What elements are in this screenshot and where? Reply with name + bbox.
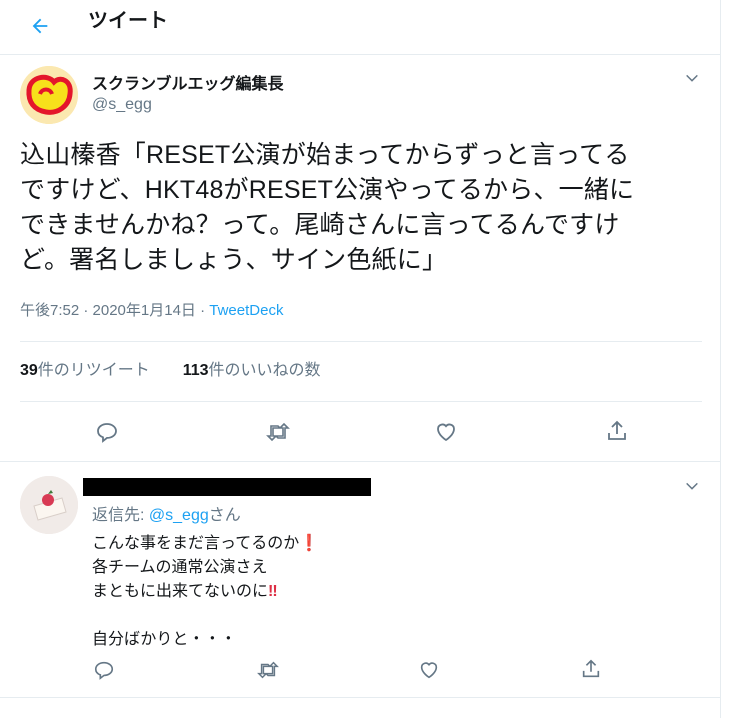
- share-icon[interactable]: [580, 658, 602, 680]
- divider: [20, 341, 702, 342]
- author-handle[interactable]: @s_egg: [92, 96, 152, 114]
- like-label: 件のいいねの数: [208, 362, 321, 379]
- tweet-date[interactable]: 午後7:52 · 2020年1月14日 ·: [20, 302, 209, 319]
- reply-text: こんな事をまだ言ってるのか❗ 各チームの通常公演さえ まともに出来てないのに‼ …: [92, 532, 319, 652]
- chevron-down-icon: [686, 482, 698, 490]
- tweet-text-line: できませんかね？って。尾崎さんに言ってるんですけ: [20, 211, 620, 239]
- double-exclamation-emoji: ‼: [268, 583, 278, 600]
- like-icon[interactable]: [418, 659, 440, 681]
- retweet-count: 39: [20, 362, 38, 379]
- share-icon[interactable]: [605, 419, 629, 443]
- reply-line: 各チームの通常公演さえ: [92, 559, 268, 576]
- like-icon[interactable]: [434, 420, 458, 444]
- reply-line-text: まともに出来てないのに: [92, 583, 269, 600]
- tweet-source-link[interactable]: TweetDeck: [209, 302, 283, 319]
- retweet-label: 件のリツイート: [37, 362, 150, 379]
- tweet-text-line: ど。署名しましょう、サイン色紙に」: [20, 246, 448, 274]
- tweet-text-line: ですけど、HKT48がRESET公演やってるから、一緒に: [20, 176, 635, 204]
- reply-to-handle[interactable]: @s_egg: [149, 507, 209, 524]
- reply-line-text: こんな事をまだ言ってるのか: [92, 535, 300, 552]
- reply-suffix: さん: [208, 507, 241, 524]
- divider: [20, 401, 702, 402]
- reply-icon[interactable]: [95, 420, 119, 444]
- like-stat[interactable]: 113件のいいねの数: [183, 362, 321, 379]
- divider: [0, 697, 720, 698]
- retweet-icon[interactable]: [265, 420, 291, 444]
- like-count: 113: [182, 362, 209, 379]
- reply-to-line: 返信先: @s_eggさん: [92, 505, 241, 527]
- reply-line: まともに出来てないのに‼: [92, 580, 319, 604]
- page-title: ツイート: [88, 10, 168, 32]
- retweet-icon[interactable]: [256, 659, 280, 681]
- reply-line: こんな事をまだ言ってるのか❗: [92, 532, 319, 556]
- reply-menu-button[interactable]: [684, 478, 700, 499]
- redacted-author-name: [83, 478, 371, 496]
- author-name[interactable]: スクランブルエッグ編集長: [92, 70, 284, 94]
- reply-icon[interactable]: [93, 659, 115, 681]
- back-button[interactable]: [24, 10, 56, 42]
- tweet-stats: 39件のリツイート 113件のいいねの数: [20, 360, 321, 382]
- egg-logo-icon: [20, 66, 78, 124]
- tweet-menu-button[interactable]: [684, 70, 700, 91]
- exclamation-emoji: ❗: [299, 535, 320, 552]
- tweet-timestamp: 午後7:52 · 2020年1月14日 · TweetDeck: [20, 300, 283, 322]
- tweet-text: 込山榛香「RESET公演が始まってからずっと言ってる ですけど、HKT48がRE…: [20, 138, 710, 278]
- reply-avatar[interactable]: [20, 476, 78, 534]
- tweet-text-line: 込山榛香「RESET公演が始まってからずっと言ってる: [20, 141, 630, 169]
- reply-blank-line: [92, 604, 319, 628]
- chevron-down-icon: [686, 74, 698, 82]
- reply-line: 自分ばかりと・・・: [92, 631, 237, 648]
- cake-icon: [20, 476, 78, 534]
- tweet-column: ツイート スクランブルエッグ編集長 @s_egg 込山榛香「RESET公演が始ま…: [0, 0, 721, 718]
- page-header: ツイート: [0, 0, 720, 55]
- reply-prefix: 返信先:: [92, 507, 149, 524]
- arrow-left-icon: [32, 18, 48, 34]
- retweet-stat[interactable]: 39件のリツイート: [20, 362, 150, 379]
- author-avatar[interactable]: [20, 66, 78, 124]
